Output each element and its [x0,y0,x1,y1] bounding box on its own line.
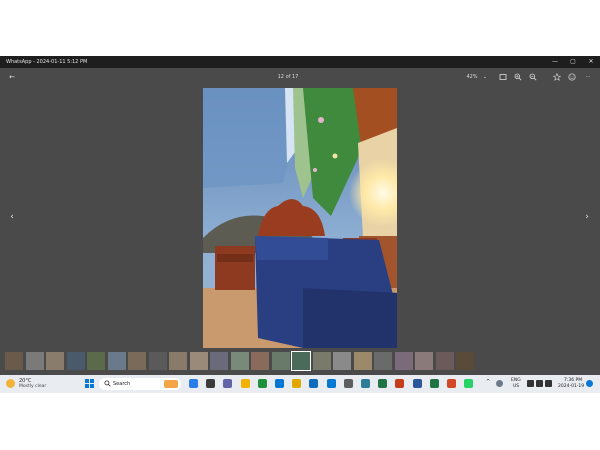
thumbnail[interactable] [148,352,167,370]
photos-app-window: WhatsApp - 2024-01-11 5:12 PM — ▢ ✕ ← 12… [0,56,600,393]
thumbnail[interactable] [456,352,474,370]
thumbnail[interactable] [107,352,126,370]
whatsapp-icon[interactable] [464,379,474,388]
onedrive-icon[interactable] [496,380,503,387]
thumbnail[interactable] [169,352,187,370]
thumbnail[interactable] [87,352,105,370]
app-icon-15[interactable] [429,379,439,388]
window-title: WhatsApp - 2024-01-11 5:12 PM [6,59,88,65]
zoom-in-icon[interactable] [513,70,523,84]
previous-image-button[interactable]: ‹ [7,210,17,224]
app-icon-3[interactable] [223,379,233,388]
close-button[interactable]: ✕ [583,56,599,68]
smiley-icon[interactable] [567,70,577,84]
search-label: Search [113,381,131,387]
app-icon-11[interactable] [361,379,370,388]
thumbnail[interactable] [353,352,372,370]
language-code[interactable]: ENG [511,378,521,383]
app-icon-12[interactable] [378,379,388,388]
thumbnail[interactable] [230,352,249,370]
app-icon-6[interactable] [275,379,284,388]
viewer-toolbar: ← 12 of 17 42% ⌄ ··· [0,68,600,86]
thumbnail[interactable] [189,352,208,370]
thumbnail[interactable] [251,352,269,370]
thumbnail[interactable] [25,352,44,370]
app-icon-14[interactable] [412,379,422,388]
app-icon-9[interactable] [326,379,336,388]
clock-time[interactable]: 7:36 PM [564,378,582,383]
zoom-out-icon[interactable] [528,70,538,84]
language-region[interactable]: US [513,384,519,389]
app-icon-1[interactable] [189,379,198,388]
chevron-up-icon[interactable]: ^ [486,379,490,385]
search-highlight-icon [164,380,178,388]
zoom-level[interactable]: 42% [464,70,480,84]
image-counter: 12 of 17 [277,74,299,80]
thumbnail[interactable] [312,352,331,370]
more-options-button[interactable]: ··· [582,70,594,84]
thumbnail[interactable] [435,352,454,370]
volume-icon[interactable] [536,380,543,387]
bedroom-photo [203,88,397,348]
fit-to-window-icon[interactable] [498,70,508,84]
chevron-down-icon[interactable]: ⌄ [481,70,489,84]
thumbnail[interactable] [394,352,413,370]
image-viewer: ‹ › [0,86,600,348]
back-button[interactable]: ← [6,70,18,84]
weather-desc: Mostly clear [19,384,47,389]
search-icon [104,379,111,389]
thumbnail[interactable] [128,352,146,370]
app-icon-13[interactable] [395,379,405,388]
app-icon-7[interactable] [292,379,302,388]
clock-date[interactable]: 2024-01-19 [558,384,584,389]
app-icon-16[interactable] [447,379,456,388]
app-icon-4[interactable] [240,379,250,388]
minimize-button[interactable]: — [547,56,563,68]
thumbnail[interactable] [374,352,392,370]
app-icon-8[interactable] [309,379,319,388]
thumbnail[interactable] [210,352,228,370]
thumbnail[interactable] [66,352,85,370]
notification-icon[interactable] [586,380,593,387]
taskbar-search-box[interactable]: Search [99,378,181,390]
weather-icon [6,379,15,388]
title-bar: WhatsApp - 2024-01-11 5:12 PM — ▢ ✕ [0,56,600,68]
thumbnail-filmstrip [0,350,600,372]
next-image-button[interactable]: › [582,210,592,224]
windows-start-icon[interactable] [85,379,94,388]
thumbnail[interactable] [46,352,64,370]
windows-taskbar: 20°C Mostly clear Search ^ ENG US 7:36 P… [0,375,600,393]
thumbnail[interactable] [415,352,433,370]
thumbnail[interactable] [271,352,290,370]
star-icon[interactable] [552,70,562,84]
thumbnail[interactable] [291,351,311,371]
battery-icon[interactable] [545,380,552,387]
maximize-button[interactable]: ▢ [565,56,581,68]
app-icon-5[interactable] [257,379,267,388]
thumbnail[interactable] [5,352,23,370]
app-icon-10[interactable] [343,379,353,388]
thumbnail[interactable] [333,352,351,370]
app-icon-2[interactable] [206,379,216,388]
wifi-icon[interactable] [527,380,534,387]
